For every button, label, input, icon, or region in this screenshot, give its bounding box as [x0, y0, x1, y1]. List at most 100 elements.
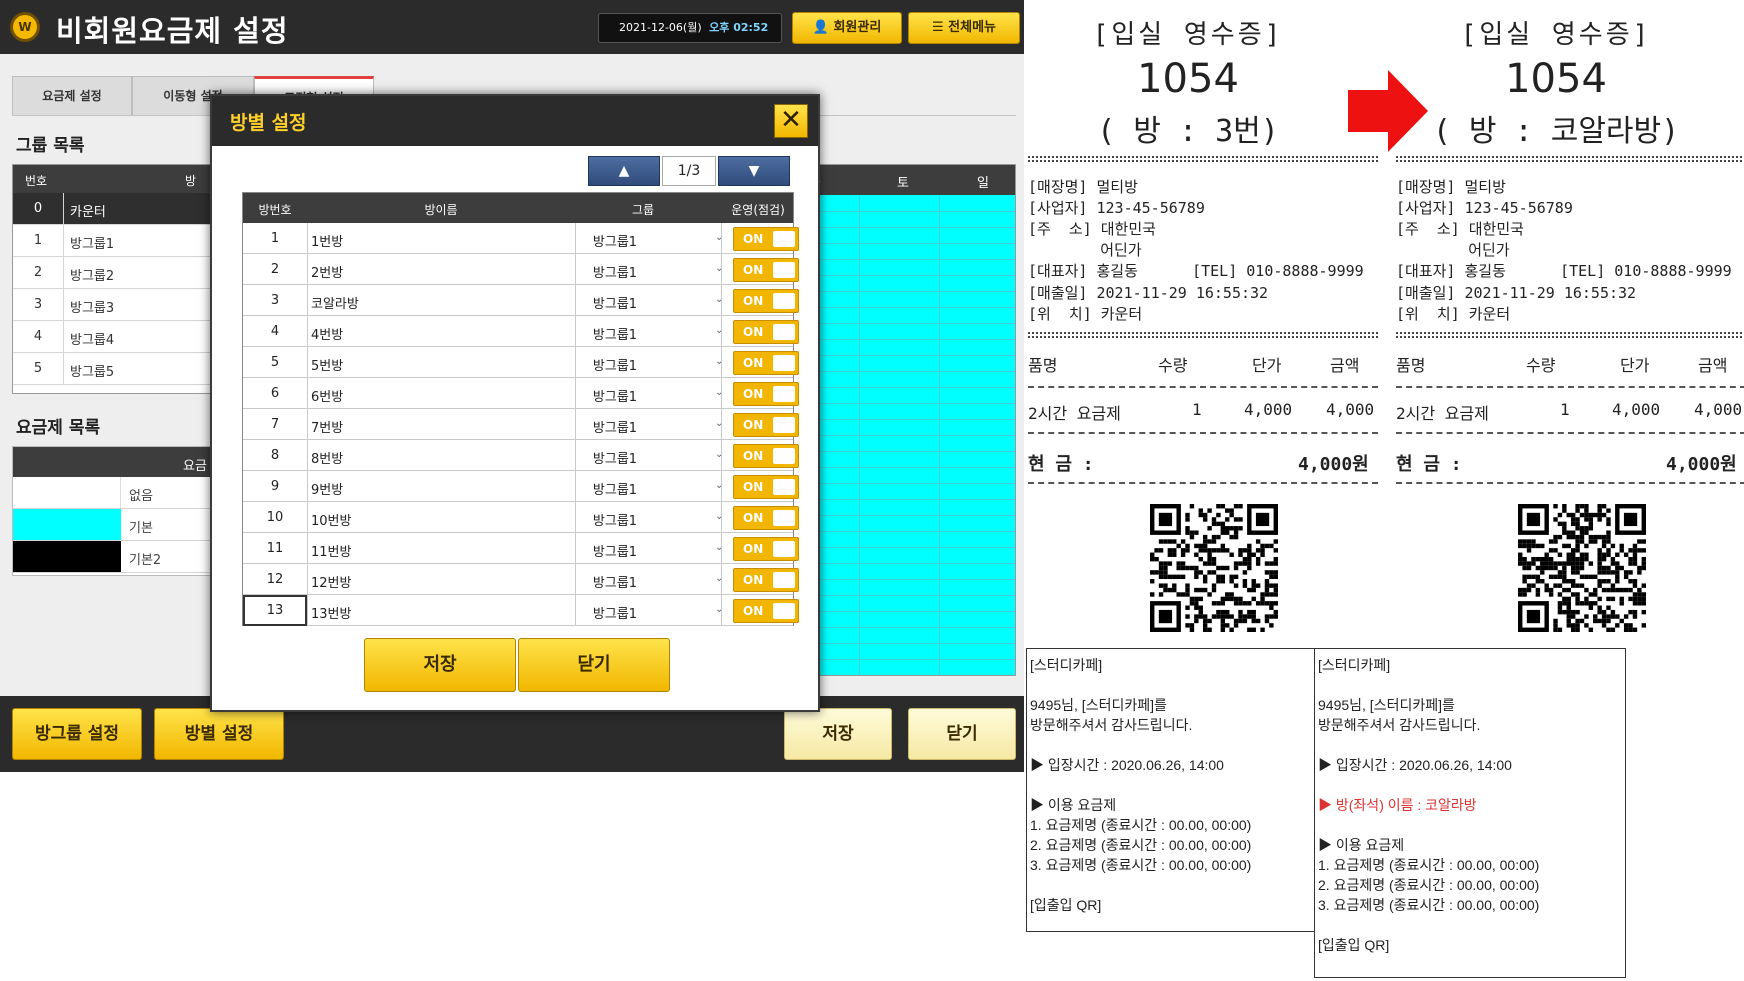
room-name-field[interactable]: 5번방 — [311, 355, 343, 374]
status-toggle[interactable]: ON — [733, 599, 799, 623]
tab-rate-settings[interactable]: 요금제 설정 — [12, 76, 132, 116]
chevron-down-icon[interactable]: ⌄ — [715, 325, 723, 336]
table-row[interactable]: 기본2 — [13, 541, 211, 573]
room-name-field[interactable]: 10번방 — [311, 510, 351, 529]
member-management-button[interactable]: 👤 회원관리 — [792, 12, 902, 44]
status-toggle[interactable]: ON — [733, 320, 799, 344]
chevron-down-icon[interactable]: ⌄ — [715, 387, 723, 398]
room-name-field[interactable]: 6번방 — [311, 386, 343, 405]
column-header: 번호 — [25, 174, 48, 188]
group-select[interactable]: 방그룹1 — [575, 417, 655, 436]
chevron-down-icon[interactable]: ⌄ — [715, 418, 723, 429]
group-select[interactable]: 방그룹1 — [575, 355, 655, 374]
item-price: 4,000 — [1244, 400, 1293, 419]
chevron-down-icon[interactable]: ⌄ — [715, 449, 723, 460]
table-row[interactable]: 8 8번방 방그룹1 ⌄ ON — [243, 440, 799, 471]
rate-list-title: 요금제 목록 — [16, 418, 101, 438]
status-toggle[interactable]: ON — [733, 258, 799, 282]
table-row[interactable]: 기본 — [13, 509, 211, 541]
room-settings-button[interactable]: 방별 설정 — [154, 708, 284, 760]
group-select[interactable]: 방그룹1 — [575, 572, 655, 591]
room-name-field[interactable]: 7번방 — [311, 417, 343, 436]
table-row[interactable]: 2 방그룹2 — [13, 257, 211, 289]
table-row[interactable]: 6 6번방 방그룹1 ⌄ ON — [243, 378, 799, 409]
status-toggle[interactable]: ON — [733, 568, 799, 592]
status-toggle[interactable]: ON — [733, 227, 799, 251]
status-toggle[interactable]: ON — [733, 289, 799, 313]
chevron-down-icon[interactable]: ⌄ — [715, 480, 723, 491]
table-row[interactable]: 2 2번방 방그룹1 ⌄ ON — [243, 254, 799, 285]
page-down-button[interactable]: ▼ — [718, 156, 790, 186]
dialog-close-button[interactable]: 닫기 — [518, 638, 670, 692]
status-toggle[interactable]: ON — [733, 506, 799, 530]
status-toggle[interactable]: ON — [733, 413, 799, 437]
table-row[interactable]: 7 7번방 방그룹1 ⌄ ON — [243, 409, 799, 440]
receipt-line: 어딘가 — [1028, 241, 1142, 259]
chevron-down-icon[interactable]: ⌄ — [715, 294, 723, 305]
table-row[interactable]: 9 9번방 방그룹1 ⌄ ON — [243, 471, 799, 502]
notice-line: 1. 요금제명 (종료시간 : 00.00, 00:00) — [1030, 817, 1252, 833]
full-menu-button[interactable]: ☰ 전체메뉴 — [908, 12, 1020, 44]
close-button[interactable]: 닫기 — [908, 708, 1016, 760]
status-toggle[interactable]: ON — [733, 475, 799, 499]
page-title: 비회원요금제 설정 — [56, 14, 289, 48]
clock-date: 2021-12-06(월) — [619, 21, 702, 34]
room-name-field[interactable]: 코알라방 — [311, 293, 359, 312]
dialog-save-button[interactable]: 저장 — [364, 638, 516, 692]
group-select[interactable]: 방그룹1 — [575, 324, 655, 343]
group-name: 카운터 — [70, 205, 106, 220]
table-row[interactable]: 10 10번방 방그룹1 ⌄ ON — [243, 502, 799, 533]
room-group-settings-button[interactable]: 방그룹 설정 — [12, 708, 142, 760]
table-row[interactable]: 3 방그룹3 — [13, 289, 211, 321]
cash-value: 4,000원 — [1298, 454, 1369, 475]
chevron-down-icon[interactable]: ⌄ — [715, 604, 723, 615]
group-select[interactable]: 방그룹1 — [575, 231, 655, 250]
table-row[interactable]: 11 11번방 방그룹1 ⌄ ON — [243, 533, 799, 564]
column-header: 품명 — [1396, 356, 1426, 375]
group-select[interactable]: 방그룹1 — [575, 293, 655, 312]
group-select[interactable]: 방그룹1 — [575, 386, 655, 405]
group-select[interactable]: 방그룹1 — [575, 262, 655, 281]
status-toggle[interactable]: ON — [733, 537, 799, 561]
room-name-field[interactable]: 4번방 — [311, 324, 343, 343]
room-name-field[interactable]: 12번방 — [311, 572, 351, 591]
room-name-field[interactable]: 8번방 — [311, 448, 343, 467]
table-row[interactable]: 5 5번방 방그룹1 ⌄ ON — [243, 347, 799, 378]
group-select[interactable]: 방그룹1 — [575, 510, 655, 529]
table-row[interactable]: 없음 — [13, 477, 211, 509]
group-select[interactable]: 방그룹1 — [575, 603, 655, 622]
chevron-down-icon[interactable]: ⌄ — [715, 573, 723, 584]
cash-label: 현 금 : — [1396, 454, 1462, 475]
status-toggle[interactable]: ON — [733, 382, 799, 406]
table-row[interactable]: 12 12번방 방그룹1 ⌄ ON — [243, 564, 799, 595]
group-select[interactable]: 방그룹1 — [575, 479, 655, 498]
table-row[interactable]: 1 1번방 방그룹1 ⌄ ON — [243, 223, 799, 254]
chevron-down-icon[interactable]: ⌄ — [715, 263, 723, 274]
chevron-down-icon[interactable]: ⌄ — [715, 542, 723, 553]
group-select[interactable]: 방그룹1 — [575, 541, 655, 560]
status-toggle[interactable]: ON — [733, 351, 799, 375]
chevron-down-icon[interactable]: ⌄ — [715, 356, 723, 367]
table-row[interactable]: 4 방그룹4 — [13, 321, 211, 353]
room-name-field[interactable]: 11번방 — [311, 541, 351, 560]
chevron-down-icon[interactable]: ⌄ — [715, 511, 723, 522]
table-row[interactable]: 5 방그룹5 — [13, 353, 211, 385]
table-row[interactable]: 3 코알라방 방그룹1 ⌄ ON — [243, 285, 799, 316]
status-toggle[interactable]: ON — [733, 444, 799, 468]
group-select[interactable]: 방그룹1 — [575, 448, 655, 467]
room-name-field[interactable]: 2번방 — [311, 262, 343, 281]
table-row[interactable]: 0 카운터 — [13, 193, 211, 225]
table-row[interactable]: 4 4번방 방그룹1 ⌄ ON — [243, 316, 799, 347]
notice-line: 3. 요금제명 (종료시간 : 00.00, 00:00) — [1030, 857, 1252, 873]
save-button[interactable]: 저장 — [784, 708, 892, 760]
notice-line: 3. 요금제명 (종료시간 : 00.00, 00:00) — [1318, 897, 1540, 913]
page-up-button[interactable]: ▲ — [588, 156, 660, 186]
table-row[interactable]: 1 방그룹1 — [13, 225, 211, 257]
schedule-grid[interactable]: 금 토 일 — [800, 164, 1016, 676]
close-icon[interactable]: ✕ — [774, 104, 808, 138]
table-row[interactable]: 13 13번방 방그룹1 ⌄ ON — [243, 595, 799, 626]
chevron-down-icon[interactable]: ⌄ — [715, 232, 723, 243]
room-name-field[interactable]: 1번방 — [311, 231, 343, 250]
room-name-field[interactable]: 9번방 — [311, 479, 343, 498]
room-name-field[interactable]: 13번방 — [311, 603, 351, 622]
